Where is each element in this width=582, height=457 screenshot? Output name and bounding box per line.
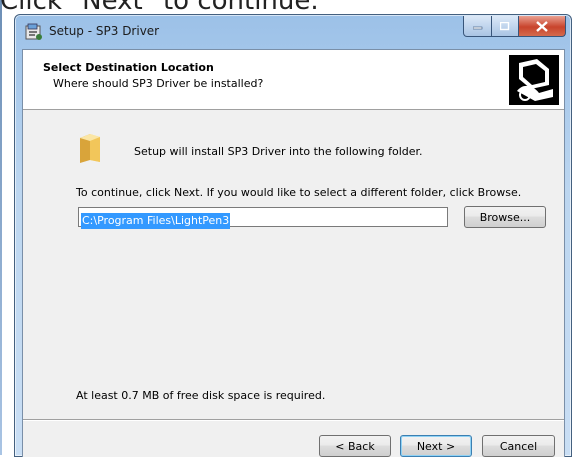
installer-computer-icon <box>509 55 559 105</box>
continue-instruction-text: To continue, click Next. If you would li… <box>76 186 522 199</box>
minimize-icon <box>472 26 482 30</box>
desktop-edge <box>0 0 2 455</box>
maximize-icon <box>500 21 510 30</box>
destination-path-value: C:\Program Files\LightPen3 <box>81 213 231 229</box>
minimize-button[interactable] <box>463 16 492 37</box>
next-button[interactable]: Next > <box>400 435 472 457</box>
maximize-button[interactable] <box>491 16 519 37</box>
setup-window: Setup - SP3 Driver Select Destination Lo… <box>14 14 572 457</box>
back-button[interactable]: < Back <box>319 435 391 457</box>
destination-path-input[interactable]: C:\Program Files\LightPen3 <box>78 207 448 229</box>
footer-divider <box>23 419 564 421</box>
disk-space-text: At least 0.7 MB of free disk space is re… <box>76 389 326 402</box>
install-info-text: Setup will install SP3 Driver into the f… <box>134 145 423 158</box>
browse-button[interactable]: Browse... <box>464 206 546 228</box>
wizard-header: Select Destination Location Where should… <box>23 50 564 110</box>
cancel-button[interactable]: Cancel <box>482 435 555 457</box>
page-title: Select Destination Location <box>43 61 214 74</box>
setup-app-icon <box>25 23 42 40</box>
dialog-client-area: Select Destination Location Where should… <box>22 49 565 457</box>
close-icon <box>536 20 548 32</box>
folder-icon <box>80 134 100 163</box>
page-subtitle: Where should SP3 Driver be installed? <box>53 77 264 90</box>
title-bar[interactable]: Setup - SP3 Driver <box>15 15 571 49</box>
close-button[interactable] <box>518 16 566 37</box>
window-title: Setup - SP3 Driver <box>49 24 160 38</box>
